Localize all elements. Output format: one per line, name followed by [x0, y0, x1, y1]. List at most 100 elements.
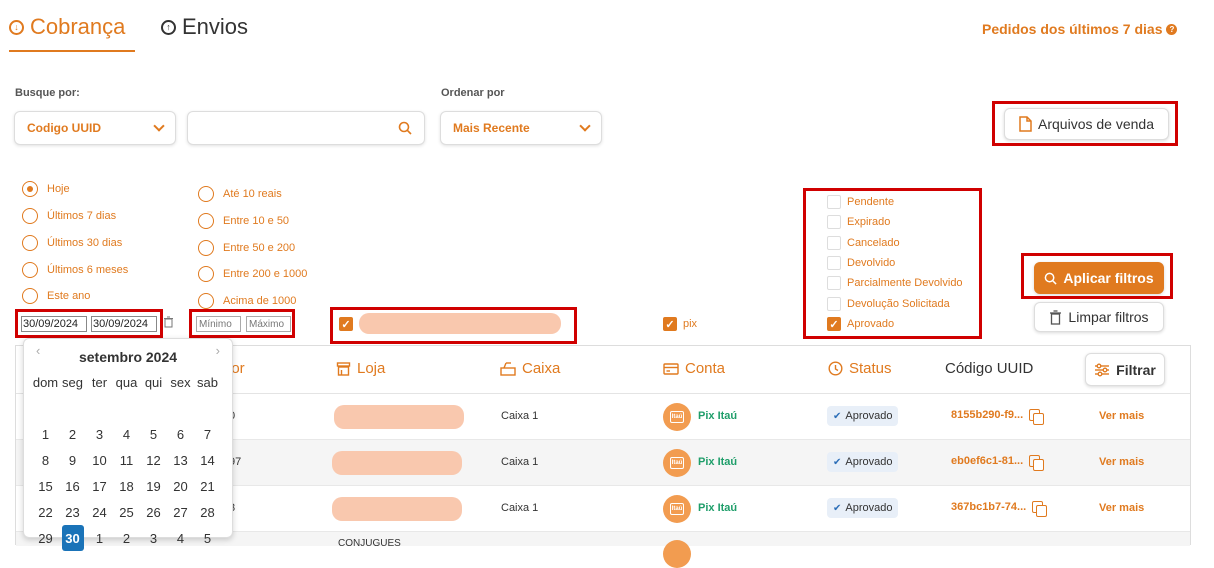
header-status: Status: [828, 360, 892, 377]
value-max-placeholder: Máximo: [249, 318, 285, 330]
calendar-day[interactable]: 27: [167, 499, 194, 525]
ver-mais-link[interactable]: Ver mais: [1099, 502, 1144, 514]
radio-label: Entre 200 e 1000: [223, 268, 308, 280]
calendar-day[interactable]: 1: [32, 421, 59, 447]
calendar-day[interactable]: 19: [140, 473, 167, 499]
value-filter-acima-1000[interactable]: Acima de 1000: [198, 293, 296, 309]
row-caixa: Caixa 1: [501, 456, 539, 468]
value-max-input[interactable]: Máximo: [246, 316, 291, 332]
copy-icon[interactable]: [1029, 409, 1045, 425]
status-filter-expirado[interactable]: Expirado: [827, 215, 890, 229]
status-filter-pendente[interactable]: Pendente: [827, 195, 894, 209]
checkbox-icon: [827, 256, 841, 270]
calendar-day[interactable]: 29: [32, 525, 59, 551]
calendar-day[interactable]: 22: [32, 499, 59, 525]
calendar-day[interactable]: 2: [113, 525, 140, 551]
calendar-day[interactable]: 3: [86, 421, 113, 447]
table-filter-button[interactable]: Filtrar: [1085, 353, 1165, 386]
weekday-label: dom: [32, 374, 59, 390]
date-end-input[interactable]: 30/09/2024: [91, 316, 157, 332]
header-loja: Loja: [336, 360, 385, 377]
clear-filters-button[interactable]: Limpar filtros: [1034, 302, 1164, 332]
search-input[interactable]: [187, 111, 425, 145]
calendar-day[interactable]: 21: [194, 473, 221, 499]
calendar-day[interactable]: 23: [59, 499, 86, 525]
calendar-day[interactable]: 11: [113, 447, 140, 473]
order-by-select[interactable]: Mais Recente: [440, 111, 602, 145]
status-filter-parcialmente-devolvido[interactable]: Parcialmente Devolvido: [827, 276, 963, 290]
weekday-label: seg: [62, 374, 83, 390]
calendar-day[interactable]: 20: [167, 473, 194, 499]
calendar-day[interactable]: 7: [194, 421, 221, 447]
help-icon[interactable]: ?: [1166, 23, 1178, 35]
itau-logo-icon: [663, 540, 691, 568]
radio-icon: [22, 262, 38, 278]
checkbox-label: Parcialmente Devolvido: [847, 277, 963, 289]
calendar-day[interactable]: 12: [140, 447, 167, 473]
search-by-select[interactable]: Codigo UUID: [14, 111, 176, 145]
calendar-day[interactable]: 8: [32, 447, 59, 473]
sales-files-button[interactable]: Arquivos de venda: [1004, 108, 1169, 140]
calendar-day[interactable]: 18: [113, 473, 140, 499]
calendar-day[interactable]: 30: [61, 525, 84, 551]
status-filter-devolucao-solicitada[interactable]: Devolução Solicitada: [827, 297, 950, 311]
value-filter-200-1000[interactable]: Entre 200 e 1000: [198, 266, 307, 282]
calendar-day[interactable]: 4: [113, 421, 140, 447]
tab-cobranca[interactable]: ↓ Cobrança: [9, 14, 125, 40]
tab-envios[interactable]: ↑ Envios: [161, 14, 248, 40]
calendar-day[interactable]: 2: [59, 421, 86, 447]
status-filter-cancelado[interactable]: Cancelado: [827, 236, 900, 250]
ver-mais-link[interactable]: Ver mais: [1099, 456, 1144, 468]
header-label: Status: [849, 360, 892, 377]
store-filter-checkbox[interactable]: ✓: [339, 317, 353, 331]
checkbox-icon: [827, 195, 841, 209]
date-start-input[interactable]: 30/09/2024: [21, 316, 87, 332]
chevron-down-icon: [153, 120, 165, 132]
file-icon: [1019, 116, 1032, 132]
calendar-day[interactable]: 3: [140, 525, 167, 551]
calendar-day[interactable]: 25: [113, 499, 140, 525]
search-icon: [398, 121, 412, 135]
row-caixa: Caixa 1: [501, 410, 539, 422]
value-min-input[interactable]: Mínimo: [196, 316, 241, 332]
calendar-day[interactable]: 17: [86, 473, 113, 499]
radio-label: Últimos 7 dias: [47, 210, 117, 222]
calendar-day[interactable]: 5: [194, 525, 221, 551]
search-by-label: Busque por:: [15, 87, 80, 99]
calendar-day[interactable]: 28: [194, 499, 221, 525]
calendar-day[interactable]: 16: [59, 473, 86, 499]
checkbox-label: Pendente: [847, 196, 895, 208]
date-filter-hoje[interactable]: Hoje: [22, 181, 70, 197]
status-filter-devolvido[interactable]: Devolvido: [827, 256, 895, 270]
date-filter-este-ano[interactable]: Este ano: [22, 288, 90, 304]
trash-icon[interactable]: [163, 316, 174, 328]
value-filter-50-200[interactable]: Entre 50 e 200: [198, 240, 295, 256]
date-filter-30-dias[interactable]: Últimos 30 dias: [22, 235, 122, 251]
header-label: Conta: [685, 360, 726, 377]
checkbox-icon: [827, 276, 841, 290]
calendar-day[interactable]: 4: [167, 525, 194, 551]
copy-icon[interactable]: [1029, 455, 1045, 471]
apply-filters-button[interactable]: Aplicar filtros: [1034, 262, 1164, 294]
copy-icon[interactable]: [1032, 501, 1048, 517]
status-filter-aprovado[interactable]: ✓ Aprovado: [827, 317, 894, 331]
date-filter-6-meses[interactable]: Últimos 6 meses: [22, 262, 128, 278]
calendar-day[interactable]: 10: [86, 447, 113, 473]
calendar-day[interactable]: 9: [59, 447, 86, 473]
calendar-day[interactable]: 26: [140, 499, 167, 525]
value-filter-ate-10[interactable]: Até 10 reais: [198, 186, 282, 202]
checkbox-label: Devolvido: [847, 257, 896, 269]
search-icon: [1045, 272, 1057, 285]
calendar-day[interactable]: 24: [86, 499, 113, 525]
value-filter-10-50[interactable]: Entre 10 e 50: [198, 213, 289, 229]
calendar-day[interactable]: 1: [86, 525, 113, 551]
payment-filter-pix[interactable]: ✓ pix: [663, 317, 697, 331]
calendar-day[interactable]: 5: [140, 421, 167, 447]
radio-label: Entre 10 e 50: [223, 215, 290, 227]
calendar-day[interactable]: 13: [167, 447, 194, 473]
calendar-day[interactable]: 6: [167, 421, 194, 447]
ver-mais-link[interactable]: Ver mais: [1099, 410, 1144, 422]
date-filter-7-dias[interactable]: Últimos 7 dias: [22, 208, 116, 224]
calendar-day[interactable]: 15: [32, 473, 59, 499]
calendar-day[interactable]: 14: [194, 447, 221, 473]
